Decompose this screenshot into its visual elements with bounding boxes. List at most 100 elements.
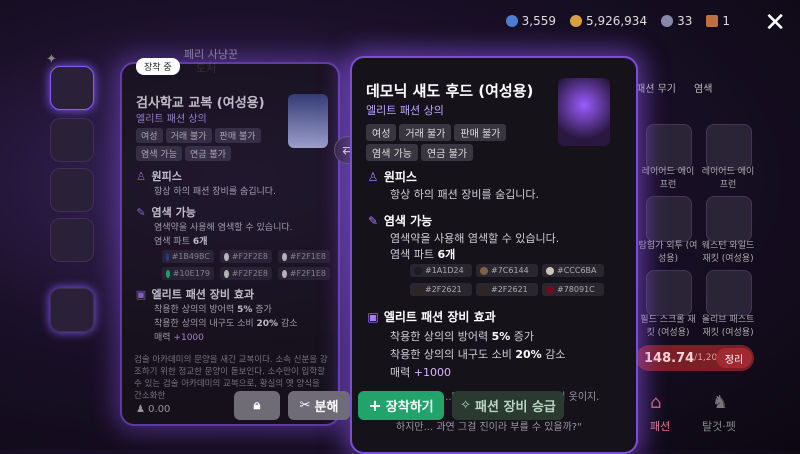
dress-icon: ♙ [367, 170, 379, 184]
item-label: 탐험가 외투 (여성용) [638, 241, 698, 264]
close-icon[interactable]: ✕ [764, 10, 786, 36]
dye-swatch-label: #78091C [557, 285, 595, 294]
effect-line: 착용한 상의의 방어력 5% 증가 [154, 302, 272, 315]
tag: 염색 가능 [136, 146, 182, 161]
weight-icon: ♟ [136, 404, 145, 415]
tag: 판매 불가 [214, 128, 261, 143]
item-subtitle: 엘리트 패션 상의 [136, 114, 207, 125]
tab-mount-pet[interactable]: 탈것·펫 [702, 418, 736, 434]
color-dot-icon [546, 266, 554, 275]
card-icon: ▣ [135, 288, 147, 301]
color-dot-icon [166, 269, 170, 278]
dye-parts: 염색 파트 6개 [154, 234, 207, 247]
sparkle-icon: ✧ [460, 398, 472, 413]
dye-swatch-label: #2F2621 [491, 285, 528, 294]
disassemble-button[interactable]: ✂ 분해 [288, 391, 350, 420]
dye-swatch: #10E179 [162, 267, 214, 280]
color-dot-icon [414, 285, 422, 294]
dye-swatch: #2F2621 [476, 283, 538, 296]
sidebar-tile-3[interactable] [50, 168, 94, 212]
dye-swatch-label: #F2F1E8 [289, 252, 326, 261]
item-title: 데모닉 섀도 후드 (여성용) [366, 82, 534, 100]
dye-swatch: #2F2621 [410, 283, 472, 296]
effect-text: 증가 [510, 330, 535, 343]
currency-bar: 3,559 5,926,934 33 1 [505, 14, 730, 28]
effect-value: 5% [237, 305, 253, 315]
dye-swatch: #78091C [542, 283, 604, 296]
effect-text: 착용한 상의의 방어력 [154, 305, 238, 315]
blue-gem-icon [505, 15, 518, 27]
dye-swatch-label: #1B49BC [171, 252, 210, 261]
onepiece-section: ♙ 원피스 [134, 168, 182, 184]
upgrade-button[interactable]: ✧ 패션 장비 승급 [452, 391, 564, 420]
horse-icon: ♞ [712, 392, 729, 413]
sort-button[interactable]: 정리 [716, 348, 752, 368]
tab-dye[interactable]: 염색 [694, 80, 712, 95]
dye-swatch-label: #F2F1E8 [289, 269, 326, 278]
tab-fashion-weapon[interactable]: 패션 무기 [636, 80, 676, 95]
hanger-icon: ⌂ [650, 392, 662, 413]
item-label: 필드 스크롤 재킷 (여성용) [640, 315, 696, 338]
dye-swatch-label: #CCC6BA [557, 266, 597, 275]
dye-swatch-label: #10E179 [172, 269, 210, 278]
effect-value: +1000 [173, 333, 204, 343]
item-image [558, 78, 610, 146]
item-tile[interactable] [706, 196, 752, 242]
dye-swatch: #F2F2E8 [220, 267, 272, 280]
plus-icon: + [368, 396, 382, 415]
item-tile[interactable] [646, 196, 692, 242]
color-dot-icon [224, 269, 229, 278]
dress-icon: ♙ [136, 170, 146, 183]
effect-text: 매력 [154, 333, 174, 343]
item-tags: 여성 거래 불가 판매 불가 염색 가능 연금 불가 [136, 128, 286, 161]
disassemble-label: 분해 [314, 400, 339, 415]
effect-value: 20% [515, 348, 542, 361]
dye-section: ✎ 염색 가능 [134, 204, 195, 220]
section-title: 염색 가능 [383, 214, 433, 228]
dye-swatch: #7C6144 [476, 264, 538, 277]
effect-text: 감소 [541, 348, 566, 361]
dye-swatch: #F2F1E8 [278, 267, 330, 280]
currency-3: 33 [661, 14, 692, 28]
tab-fashion[interactable]: 패션 [650, 418, 670, 434]
inventory-count-value: 148.74 [644, 350, 695, 366]
disassemble-icon: ✂ [299, 398, 311, 413]
effect-value: +1000 [413, 366, 451, 379]
section-text: 항상 하의 패션 장비를 숨깁니다. [154, 187, 276, 197]
upgrade-label: 패션 장비 승급 [475, 400, 556, 415]
brush-icon: ✎ [367, 214, 379, 228]
tag: 연금 불가 [184, 146, 231, 161]
tag: 거래 불가 [165, 128, 212, 143]
dye-swatch: #F2F1E8 [278, 250, 330, 263]
action-bar: 🔒︎ ✂ 분해 + 장착하기 ✧ 패션 장비 승급 [234, 391, 564, 420]
sidebar-weapon-tile[interactable] [50, 66, 94, 110]
sidebar-glasses-tile[interactable] [50, 118, 94, 162]
equipped-item-card: 검사학교 교복 (여성용) 엘리트 패션 상의 여성 거래 불가 판매 불가 염… [120, 62, 340, 426]
dye-swatch: #F2F2E8 [220, 250, 272, 263]
item-label: 레이어드 에이프런 [641, 167, 695, 190]
trophy-icon [706, 15, 719, 27]
equip-button[interactable]: + 장착하기 [358, 391, 444, 420]
color-dot-icon [282, 269, 287, 278]
item-label: 웨스턴 와일드 재킷 (여성용) [701, 241, 755, 264]
sidebar-tile-5[interactable] [50, 288, 94, 332]
sidebar-tile-4[interactable] [50, 218, 94, 262]
effect-text: 착용한 상의의 내구도 소비 [154, 319, 257, 329]
color-dot-icon [166, 252, 169, 261]
elite-effect-section: ▣ 엘리트 패션 장비 효과 [134, 286, 254, 302]
star-icon: ✦ [46, 52, 57, 67]
effect-text: 착용한 상의의 방어력 [390, 330, 492, 343]
section-title: 엘리트 패션 장비 효과 [151, 288, 255, 301]
currency-4-value: 1 [722, 14, 730, 28]
dye-parts-label: 염색 파트 [154, 237, 190, 247]
currency-2-value: 5,926,934 [586, 14, 648, 28]
dye-swatch-label: #F2F2E8 [231, 252, 268, 261]
item-tile[interactable] [706, 270, 752, 316]
effect-line: 착용한 상의의 방어력 5% 증가 [390, 328, 534, 344]
lock-button[interactable]: 🔒︎ [234, 391, 280, 420]
color-dot-icon [224, 252, 229, 261]
item-tile[interactable] [646, 270, 692, 316]
item-image [288, 94, 328, 148]
section-title: 원피스 [151, 170, 182, 183]
dye-swatch-label: #7C6144 [491, 266, 529, 275]
